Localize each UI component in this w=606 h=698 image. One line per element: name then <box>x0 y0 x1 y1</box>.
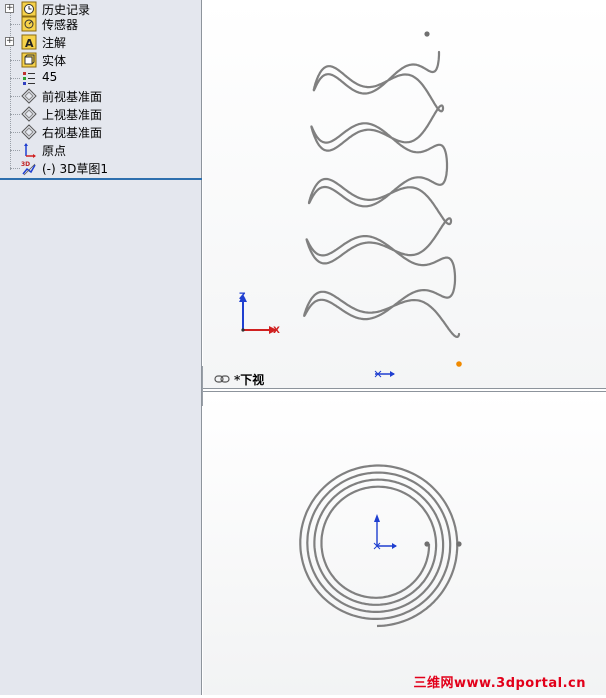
curve-end-point[interactable] <box>456 361 462 367</box>
annotation-icon: A <box>21 34 37 50</box>
view-title-bar: *下视 <box>214 371 264 387</box>
3d-sketch-icon: 3D <box>21 161 36 176</box>
triad-x-label: X <box>273 326 280 336</box>
tree-item-front-plane[interactable]: 前视基准面 <box>0 87 200 105</box>
tree-item-label: 45 <box>42 70 58 84</box>
svg-text:A: A <box>25 37 34 50</box>
sensor-icon <box>21 16 37 32</box>
triad-z-label: Z <box>239 292 246 302</box>
expand-toggle[interactable]: + <box>5 37 14 46</box>
tree-item-3d-sketch[interactable]: 3D (-) 3D草图1 <box>0 159 200 177</box>
tree-item-top-plane[interactable]: 上视基准面 <box>0 105 200 123</box>
plane-icon <box>21 106 37 122</box>
tree-item-label: 注解 <box>42 36 67 50</box>
tree-item-label: 实体 <box>42 54 67 68</box>
tree-item-label: 前视基准面 <box>42 90 103 104</box>
tree-item-label: 原点 <box>42 144 67 158</box>
plane-icon <box>21 124 37 140</box>
sketch-origin-icon <box>373 514 397 550</box>
tree-item-label: 上视基准面 <box>42 108 103 122</box>
tree-item-label: (-) 3D草图1 <box>42 162 109 176</box>
tree-item-annotations[interactable]: + A 注解 <box>0 33 200 51</box>
graphics-viewport-bottom[interactable] <box>203 392 606 695</box>
expand-toggle[interactable]: + <box>5 4 14 13</box>
tree-item-right-plane[interactable]: 右视基准面 <box>0 123 200 141</box>
tree-item-material[interactable]: 45 <box>0 69 200 87</box>
view-name-label: *下视 <box>234 372 265 387</box>
site-watermark: 三维网www.3dportal.cn <box>413 676 586 691</box>
tree-item-sensors[interactable]: 传感器 <box>0 15 200 33</box>
link-views-icon[interactable] <box>214 374 230 384</box>
feature-manager-tree: + 历史记录 传感器 + A 注解 实体 45 前视基准面 上视基准面 右视基准… <box>0 0 202 695</box>
solid-body-icon <box>21 52 37 68</box>
rollback-bar[interactable] <box>0 178 202 180</box>
spiral-start-point[interactable] <box>424 541 430 547</box>
tree-item-solid-bodies[interactable]: 实体 <box>0 51 200 69</box>
origin-icon <box>24 143 36 158</box>
graphics-viewport-top[interactable]: Z X <box>203 0 606 388</box>
spiral-end-point[interactable] <box>456 541 462 547</box>
svg-text:3D: 3D <box>21 161 30 168</box>
plane-icon <box>21 88 37 104</box>
view-triad: Z X <box>239 292 280 336</box>
spiral-drawing <box>299 464 462 628</box>
curve-start-point[interactable] <box>424 31 430 37</box>
sketch-origin-icon <box>374 370 395 378</box>
tree-item-label: 右视基准面 <box>42 126 103 140</box>
3d-sketch-curve[interactable] <box>303 50 461 338</box>
helix-wave-drawing: Z X <box>239 31 462 378</box>
tree-item-label: 传感器 <box>42 18 79 32</box>
tree-item-origin[interactable]: 原点 <box>0 141 200 159</box>
material-icon <box>23 72 35 85</box>
